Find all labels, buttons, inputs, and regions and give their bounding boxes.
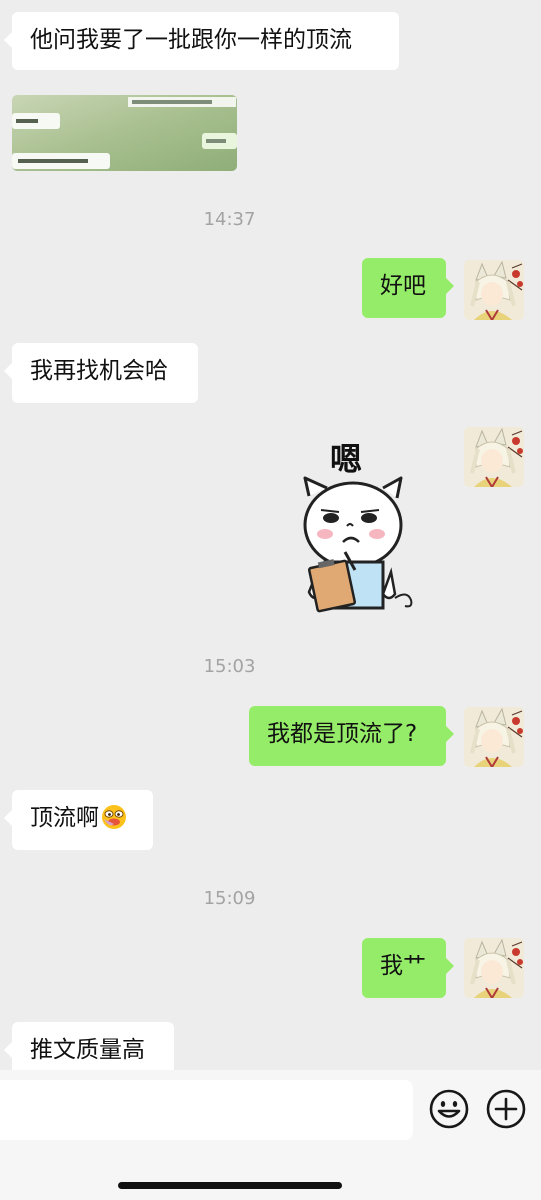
anime-fox-boy-avatar	[464, 707, 524, 767]
avatar[interactable]	[464, 707, 524, 767]
home-indicator[interactable]	[118, 1182, 342, 1189]
incoming-message[interactable]: 我再找机会哈	[4, 343, 198, 403]
outgoing-message[interactable]: 好吧	[362, 258, 454, 318]
sticker-caption: 嗯	[330, 440, 362, 478]
chat-input-bar	[0, 1070, 541, 1200]
drooling-face-emoji-icon	[102, 805, 126, 829]
incoming-message[interactable]: 顶流啊	[4, 790, 153, 850]
anime-fox-boy-avatar	[464, 938, 524, 998]
blurred-screenshot-image	[12, 95, 237, 171]
timestamp: 15:03	[203, 656, 256, 677]
cat-clipboard-sticker: 嗯	[303, 440, 413, 613]
message-list[interactable]: 他问我要了一批跟你一样的顶流 14:37 好吧 我再找机会哈 嗯 15:03 我…	[0, 0, 541, 1070]
timestamp: 14:37	[203, 209, 256, 230]
incoming-message[interactable]: 他问我要了一批跟你一样的顶流	[4, 12, 399, 70]
message-input[interactable]	[0, 1080, 413, 1140]
anime-fox-boy-avatar	[464, 260, 524, 320]
timestamp: 15:09	[203, 888, 256, 909]
avatar[interactable]	[464, 260, 524, 320]
smiley-face-icon[interactable]	[428, 1088, 470, 1130]
avatar[interactable]	[464, 427, 524, 487]
image-message-thumbnail[interactable]	[12, 95, 237, 171]
cat-sticker[interactable]: 嗯	[295, 430, 420, 615]
message-text: 顶流啊	[30, 805, 99, 831]
outgoing-message[interactable]: 我都是顶流了?	[249, 706, 454, 766]
anime-fox-boy-avatar	[464, 427, 524, 487]
plus-circle-icon[interactable]	[485, 1088, 527, 1130]
outgoing-message[interactable]: 我艹	[362, 938, 454, 998]
incoming-message[interactable]: 推文质量高	[4, 1022, 174, 1070]
avatar[interactable]	[464, 938, 524, 998]
